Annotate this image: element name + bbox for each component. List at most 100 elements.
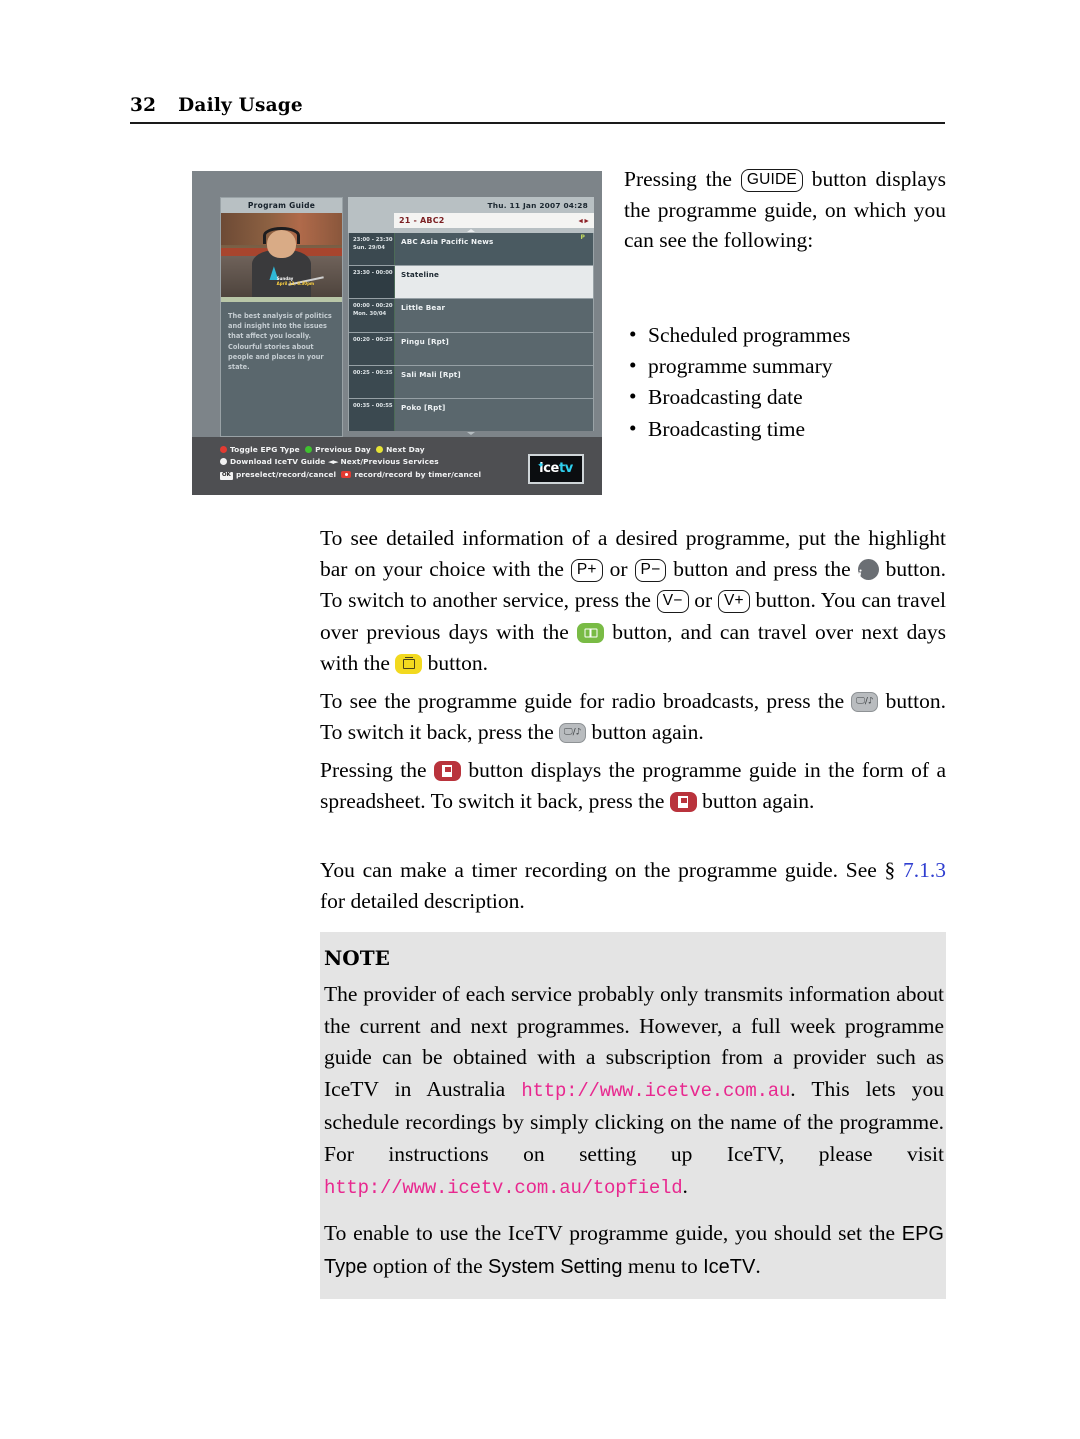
- epg-right-panel: Thu. 11 Jan 2007 04:28 21 - ABC2 ◄► 23:0…: [348, 197, 594, 437]
- left-right-arrows-icon: ◄►: [328, 457, 338, 467]
- row-title: Little Bear: [401, 303, 446, 313]
- row-date: Sun. 29/04: [353, 244, 385, 251]
- table-row[interactable]: 23:30 - 00:00 Stateline: [349, 266, 593, 300]
- ok-key-icon: OK: [220, 471, 233, 480]
- row-time-range: 00:25 - 00:35: [353, 369, 393, 376]
- yellow-button-icon: [376, 446, 384, 453]
- section-title: Daily Usage: [178, 95, 303, 116]
- service-row-spacer: [348, 213, 394, 228]
- row-time-range: 23:30 - 00:00: [353, 270, 393, 277]
- headphones-icon: [263, 227, 300, 245]
- table-row[interactable]: 23:00 - 23:30 Sun. 29/04 ABC Asia Pacifi…: [349, 233, 593, 267]
- row-title-cell: Pingu [Rpt]: [395, 333, 593, 365]
- epg-screenshot-figure: Program Guide Sunday April 12, 8.30pm Th…: [192, 171, 602, 495]
- timer-text-2: for detailed description.: [320, 889, 525, 914]
- epg-service-selector[interactable]: 21 - ABC2 ◄►: [394, 213, 594, 228]
- row-time: 00:25 - 00:35: [349, 365, 395, 398]
- icetv-logo-tv: tv: [558, 461, 573, 477]
- epg-panel-title: Program Guide: [221, 198, 342, 213]
- spread-text-3: button again.: [696, 789, 815, 814]
- legend-next-previous-services: Next/Previous Services: [340, 457, 439, 467]
- service-arrows-icon[interactable]: ◄►: [577, 217, 590, 225]
- system-setting-menu-label: System Setting: [487, 1255, 623, 1278]
- icetv-spark-icon: ✦: [537, 461, 545, 471]
- note-text-2c: menu to: [622, 1253, 704, 1278]
- v-plus-key-icon: V+: [717, 590, 750, 614]
- table-row[interactable]: 00:20 - 00:25 Pingu [Rpt]: [349, 332, 593, 366]
- row-time: 23:00 - 23:30 Sun. 29/04: [349, 233, 395, 266]
- spreadsheet-glyph: [442, 765, 453, 777]
- epg-video-thumbnail: Sunday April 12, 8.30pm: [221, 213, 342, 302]
- icetv-logo: ✦ ice tv: [528, 454, 584, 484]
- thumb-caption: Sunday April 12, 8.30pm: [277, 276, 314, 286]
- row-time: 00:35 - 00:55: [349, 398, 395, 432]
- p-plus-key-icon: P+: [570, 559, 603, 583]
- paragraph-spreadsheet-guide: Pressing the button displays the program…: [320, 755, 946, 817]
- tv-radio-button-icon: 🖵/♪: [851, 692, 879, 712]
- red-spreadsheet-button-icon: [433, 761, 461, 781]
- intro-paragraph: Pressing the GUIDE button displays the p…: [624, 164, 946, 256]
- row-title: Stateline: [401, 270, 440, 280]
- table-row[interactable]: 00:00 - 00:20 Mon. 30/04 Little Bear: [349, 299, 593, 333]
- row-time: 00:00 - 00:20 Mon. 30/04: [349, 299, 395, 332]
- record-button-icon: [341, 470, 352, 478]
- row-title-cell: ABC Asia Pacific News P: [395, 233, 593, 266]
- icetv-option-label: IceTV: [703, 1255, 756, 1278]
- spreadsheet-glyph: [678, 796, 689, 809]
- table-row[interactable]: 00:35 - 00:55 Poko [Rpt]: [349, 398, 593, 432]
- paragraph-radio-guide: To see the programme guide for radio bro…: [320, 686, 946, 748]
- row-time-range: 00:20 - 00:25: [353, 336, 393, 343]
- detail-text-5: or: [688, 588, 718, 613]
- book-glyph: [584, 628, 598, 638]
- intro-text-1: Pressing the: [624, 167, 741, 191]
- epg-body: Program Guide Sunday April 12, 8.30pm Th…: [220, 197, 594, 437]
- note-paragraph-1: The provider of each service probably on…: [320, 979, 946, 1204]
- row-title: Sali Mali [Rpt]: [401, 369, 461, 379]
- row-flag-icon: P: [580, 234, 585, 241]
- row-title: ABC Asia Pacific News: [401, 237, 494, 246]
- legend-toggle-epg-type: Toggle EPG Type: [230, 445, 300, 454]
- epg-datetime: Thu. 11 Jan 2007 04:28: [348, 197, 594, 213]
- detail-text-2: or: [602, 557, 635, 582]
- legend-next-day: Next Day: [386, 445, 425, 454]
- epg-service-name: 21 - ABC2: [399, 216, 445, 225]
- red-spreadsheet-button-icon: [669, 792, 697, 813]
- row-title-cell: Stateline: [395, 266, 593, 299]
- note-paragraph-2: To enable to use the IceTV programme gui…: [320, 1218, 946, 1283]
- radio-text-3: button again.: [586, 720, 704, 745]
- paragraph-timer-recording: You can make a timer recording on the pr…: [320, 855, 946, 917]
- v-minus-key-icon: V−: [656, 590, 689, 614]
- tv-radio-button-icon: 🖵/♪: [559, 723, 587, 744]
- legend-previous-day: Previous Day: [315, 445, 371, 454]
- p-minus-key-icon: P−: [634, 559, 667, 583]
- epg-service-row[interactable]: 21 - ABC2 ◄►: [348, 213, 594, 228]
- calendar-glyph: [402, 656, 415, 669]
- radio-text-1: To see the programme guide for radio bro…: [320, 689, 852, 713]
- table-row[interactable]: 00:25 - 00:35 Sali Mali [Rpt]: [349, 365, 593, 399]
- note-callout-box: NOTE The provider of each service probab…: [320, 932, 946, 1300]
- note-title: NOTE: [324, 946, 390, 970]
- icetv-url-2[interactable]: http://www.icetv.com.au/topfield: [324, 1177, 683, 1199]
- timer-text-1: You can make a timer recording on the pr…: [320, 858, 903, 882]
- section-link-7-1-3[interactable]: 7.1.3: [903, 858, 946, 882]
- row-time-range: 23:00 - 23:30: [353, 237, 393, 243]
- guide-key-icon: GUIDE: [740, 169, 803, 192]
- green-button-icon: [305, 446, 313, 453]
- detail-text-3: button and press the: [666, 557, 858, 582]
- epg-legend-bar: Toggle EPG Type Previous Day Next Day Do…: [192, 437, 602, 495]
- spread-text-1: Pressing the: [320, 758, 434, 782]
- row-title-cell: Poko [Rpt]: [395, 399, 593, 431]
- green-book-button-icon: [577, 622, 605, 643]
- row-title: Pingu [Rpt]: [401, 336, 449, 346]
- legend-download-guide: Download IceTV Guide: [230, 457, 326, 467]
- icetv-url-1[interactable]: http://www.icetve.com.au: [521, 1080, 790, 1102]
- row-time-range: 00:00 - 00:20: [353, 303, 393, 310]
- info-button-icon: i: [857, 559, 879, 583]
- list-item: Scheduled programmes: [624, 319, 954, 351]
- white-button-icon: [220, 458, 227, 466]
- epg-left-panel: Program Guide Sunday April 12, 8.30pm Th…: [220, 197, 343, 437]
- list-item: Broadcasting time: [624, 413, 954, 445]
- epg-programme-list[interactable]: 23:00 - 23:30 Sun. 29/04 ABC Asia Pacifi…: [348, 233, 594, 432]
- row-title: Poko [Rpt]: [401, 402, 446, 412]
- info-glyph: i: [857, 568, 862, 584]
